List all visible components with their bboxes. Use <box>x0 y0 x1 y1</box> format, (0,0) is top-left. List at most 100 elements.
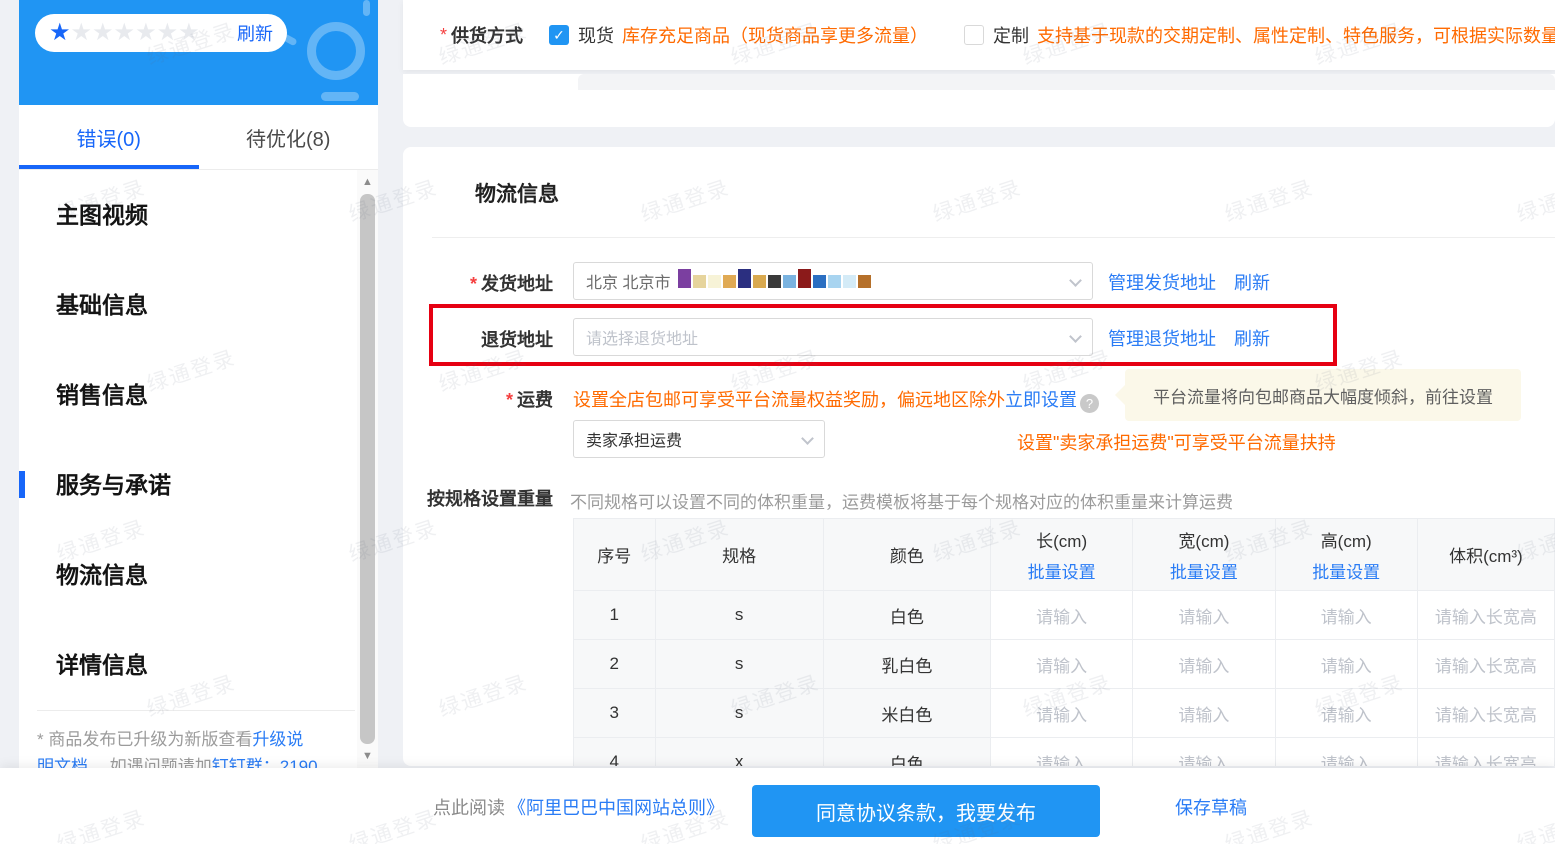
return-address-select[interactable]: 请选择退货地址 <box>573 318 1093 356</box>
freight-promo-text: 设置全店包邮可享受平台流量权益奖励，偏远地区除外 <box>573 390 1005 410</box>
save-draft-link[interactable]: 保存草稿 <box>1175 794 1247 820</box>
sidebar-item-logistics[interactable]: 物流信息 <box>56 560 148 590</box>
required-mark: * <box>470 274 477 294</box>
freight-label: *运费 <box>403 386 553 412</box>
agreement-link[interactable]: 《阿里巴巴中国网站总则》 <box>508 794 724 820</box>
batch-set-link[interactable]: 批量设置 <box>1276 558 1417 583</box>
ship-address-label: *发货地址 <box>403 270 553 296</box>
freight-tooltip: 平台流量将向包邮商品大幅度倾斜，前往设置 <box>1125 369 1521 421</box>
sidebar-item-detail-info[interactable]: 详情信息 <box>56 650 148 680</box>
ship-address-select[interactable]: 北京 北京市 <box>573 262 1093 300</box>
chevron-down-icon <box>1069 274 1082 287</box>
return-address-refresh-link[interactable]: 刷新 <box>1234 329 1270 349</box>
manage-return-address-link[interactable]: 管理退货地址 <box>1108 329 1216 349</box>
star-icon[interactable]: ★ <box>114 19 136 46</box>
return-address-label: 退货地址 <box>403 326 553 352</box>
spot-goods-label[interactable]: 现货 <box>578 22 614 48</box>
lightbulb-icon <box>307 22 365 80</box>
volume-input[interactable]: 请输入长宽高 <box>1417 689 1554 738</box>
star-icon[interactable]: ★ <box>178 19 200 46</box>
custom-made-checkbox[interactable] <box>964 25 984 45</box>
star-icon[interactable]: ★ <box>135 19 157 46</box>
length-input[interactable]: 请输入 <box>990 591 1132 640</box>
height-input[interactable]: 请输入 <box>1275 689 1417 738</box>
sidebar-rating-header: ★★★★★★★ 刷新 <box>19 0 378 105</box>
mosaic-block <box>768 275 781 288</box>
mosaic-block <box>678 269 691 288</box>
batch-set-link[interactable]: 批量设置 <box>1133 558 1274 583</box>
column-header: 序号 <box>574 519 656 591</box>
width-input[interactable]: 请输入 <box>1133 591 1275 640</box>
mosaic-block <box>753 275 766 288</box>
active-tab-underline <box>19 165 199 169</box>
volume-input[interactable]: 请输入长宽高 <box>1417 640 1554 689</box>
note-text: * 商品发布已升级为新版查看 <box>37 730 252 749</box>
return-address-links: 管理退货地址刷新 <box>1108 325 1270 351</box>
color-cell: 白色 <box>823 591 990 640</box>
height-input[interactable]: 请输入 <box>1275 640 1417 689</box>
ship-address-value: 北京 北京市 <box>586 269 670 293</box>
ship-address-refresh-link[interactable]: 刷新 <box>1234 273 1270 293</box>
return-address-placeholder: 请选择退货地址 <box>586 325 698 349</box>
dimension-column-header: 高(cm)批量设置 <box>1275 519 1417 591</box>
note-text: ， 如遇问题请加 <box>88 757 212 768</box>
length-input[interactable]: 请输入 <box>990 738 1132 767</box>
label-text: 发货地址 <box>481 274 553 294</box>
star-icon[interactable]: ★ <box>71 19 93 46</box>
sidebar-scrollbar[interactable]: ▲ ▼ <box>357 170 378 768</box>
table-row: 2s乳白色请输入请输入请输入请输入长宽高 <box>574 640 1555 689</box>
scrollbar-thumb[interactable] <box>360 194 375 744</box>
length-input[interactable]: 请输入 <box>990 640 1132 689</box>
label-text: 运费 <box>517 390 553 410</box>
tooltip-arrow-icon <box>1115 385 1125 405</box>
volume-input[interactable]: 请输入长宽高 <box>1417 738 1554 767</box>
row-index-cell: 2 <box>574 640 656 689</box>
dimension-column-header: 长(cm)批量设置 <box>990 519 1132 591</box>
spec-cell: s <box>655 591 823 640</box>
height-input[interactable]: 请输入 <box>1275 738 1417 767</box>
required-mark: * <box>506 390 513 410</box>
weight-by-spec-desc: 不同规格可以设置不同的体积重量，运费模板将基于每个规格对应的体积重量来计算运费 <box>570 488 1233 513</box>
length-input[interactable]: 请输入 <box>990 689 1132 738</box>
mosaic-block <box>843 275 856 288</box>
width-input[interactable]: 请输入 <box>1133 738 1275 767</box>
rating-refresh-link[interactable]: 刷新 <box>237 20 273 46</box>
publish-button[interactable]: 同意协议条款，我要发布 <box>752 785 1100 837</box>
width-input[interactable]: 请输入 <box>1133 689 1275 738</box>
volume-column-header: 体积(cm³) <box>1417 519 1554 591</box>
star-icon[interactable]: ★ <box>92 19 114 46</box>
tab-to-optimize[interactable]: 待优化(8) <box>199 105 379 169</box>
scroll-down-icon[interactable]: ▼ <box>357 750 378 762</box>
volume-input[interactable]: 请输入长宽高 <box>1417 591 1554 640</box>
mosaic-block <box>783 275 796 288</box>
help-icon[interactable]: ? <box>1080 394 1099 413</box>
sidebar-tabs: 错误(0) 待优化(8) <box>19 105 378 170</box>
custom-made-label[interactable]: 定制 <box>993 22 1029 48</box>
tab-errors[interactable]: 错误(0) <box>19 105 199 169</box>
freight-carrier-select[interactable]: 卖家承担运费 设置"卖家承担运费"可享受平台流量扶持 <box>573 420 825 458</box>
spec-cell: s <box>655 689 823 738</box>
star-icon[interactable]: ★ <box>157 19 179 46</box>
mosaic-block <box>723 275 736 288</box>
spot-goods-checkbox[interactable]: ✓ <box>549 25 569 45</box>
table-row: 3s米白色请输入请输入请输入请输入长宽高 <box>574 689 1555 738</box>
upgrade-doc-link[interactable]: 明文档 <box>37 757 88 768</box>
scroll-up-icon[interactable]: ▲ <box>357 176 378 188</box>
sidebar-item-basic-info[interactable]: 基础信息 <box>56 290 148 320</box>
dingtalk-group-link[interactable]: 钉钉群：2190 <box>212 757 318 768</box>
setup-now-link[interactable]: 立即设置 <box>1005 390 1077 410</box>
sidebar-item-main-media[interactable]: 主图视频 <box>56 200 148 230</box>
sidebar-item-sales-info[interactable]: 销售信息 <box>56 380 148 410</box>
batch-set-link[interactable]: 批量设置 <box>991 558 1132 583</box>
supply-method-label: 供货方式 <box>451 22 523 48</box>
table-row: 4x白色请输入请输入请输入请输入长宽高 <box>574 738 1555 767</box>
height-input[interactable]: 请输入 <box>1275 591 1417 640</box>
weight-by-spec-label: 按规格设置重量 <box>403 485 553 511</box>
spec-cell: x <box>655 738 823 767</box>
star-icon[interactable]: ★ <box>49 19 71 46</box>
custom-made-desc: 支持基于现款的交期定制、属性定制、特色服务，可根据实际数量 <box>1037 22 1555 48</box>
width-input[interactable]: 请输入 <box>1133 640 1275 689</box>
upgrade-doc-link[interactable]: 升级说 <box>252 730 303 749</box>
sidebar-item-service[interactable]: 服务与承诺 <box>56 470 171 500</box>
manage-ship-address-link[interactable]: 管理发货地址 <box>1108 273 1216 293</box>
